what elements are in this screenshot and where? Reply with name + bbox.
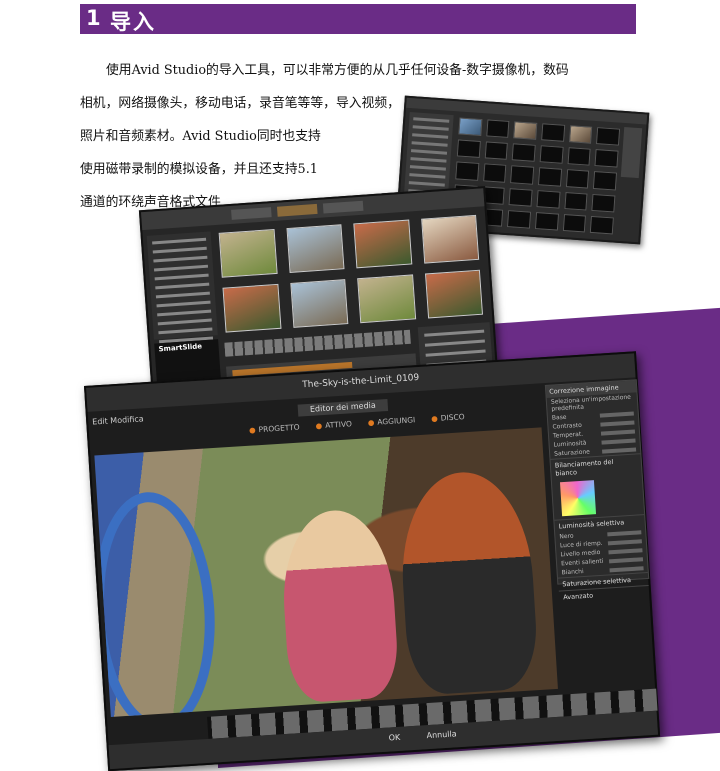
tab-disc: DISCO [431, 412, 464, 423]
editor-label: Editor dei media [297, 398, 389, 417]
media-editor-screenshot: The-Sky-is-the-Limit_0109 Editor dei med… [84, 351, 661, 771]
photo-grid [217, 213, 486, 335]
tab [231, 207, 272, 220]
tab-active [276, 203, 318, 217]
tab-active: ATTIVO [315, 419, 352, 430]
smartslide-label: SmartSlide [158, 342, 203, 354]
preview-photo [94, 427, 558, 717]
section-title: 导入 [110, 10, 156, 34]
ok-button: OK [388, 732, 401, 743]
section-header: 1 导入 [80, 4, 636, 34]
person-blonde [278, 507, 401, 704]
options-panel [620, 126, 643, 179]
section-number: 1 [86, 6, 101, 30]
person-redhead [396, 468, 540, 697]
tab-project: PROGETTO [249, 423, 300, 435]
image-correction-panel: Correzione immagine Seleziona un'imposta… [544, 379, 650, 604]
section-white-balance: Bilanciamento del bianco [550, 453, 642, 480]
paragraph-line: 使用Avid Studio的导入工具，可以非常方便的从几乎任何设备-数字摄像机，… [106, 63, 569, 78]
tab [322, 200, 364, 214]
bike-wheel [94, 488, 222, 717]
cancel-button: Annulla [426, 729, 457, 741]
tab-add: AGGIUNGI [368, 415, 415, 427]
editor-tabs: PROGETTO ATTIVO AGGIUNGI DISCO [249, 412, 464, 435]
color-wheel [559, 480, 597, 517]
storyboard-strip [224, 329, 411, 357]
library-tree [146, 231, 218, 344]
